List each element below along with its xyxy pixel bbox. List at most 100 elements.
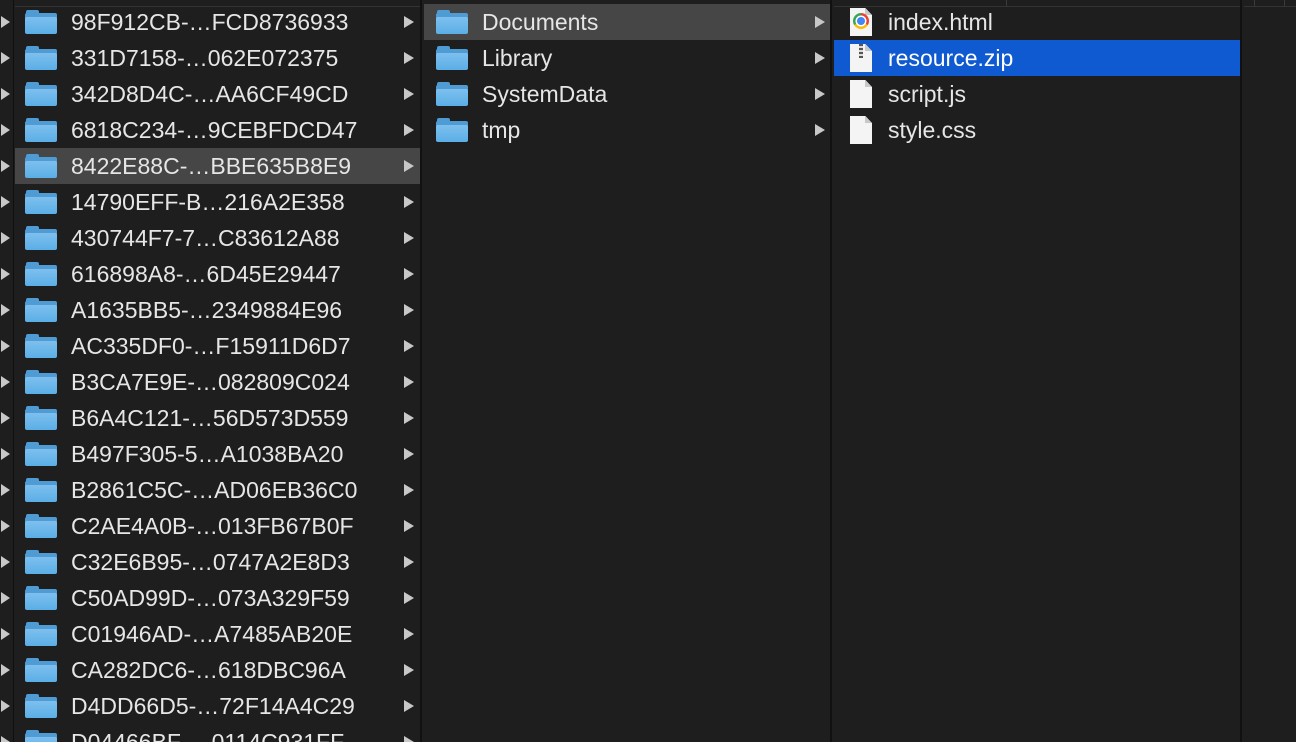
chevron-right-icon[interactable] (1, 664, 10, 676)
column-top-tick (1006, 0, 1007, 7)
container-folder-item[interactable]: 331D7158-…062E072375 (15, 40, 420, 76)
chevron-right-icon[interactable] (1, 628, 10, 640)
file-item[interactable]: index.html (834, 4, 1240, 40)
chevron-right-icon[interactable] (1, 52, 10, 64)
chevron-right-icon[interactable] (404, 448, 414, 460)
chevron-right-icon[interactable] (404, 628, 414, 640)
chevron-right-icon[interactable] (1, 412, 10, 424)
chevron-right-icon[interactable] (404, 52, 414, 64)
chevron-right-icon[interactable] (404, 556, 414, 568)
chevron-right-icon[interactable] (815, 16, 825, 28)
column-container-contents[interactable]: Documents Library SystemData tmp (424, 0, 832, 742)
container-folder-item[interactable]: 616898A8-…6D45E29447 (15, 256, 420, 292)
chevron-right-icon[interactable] (404, 196, 414, 208)
folder-icon-front (25, 737, 57, 742)
chevron-right-icon[interactable] (404, 232, 414, 244)
file-item[interactable]: script.js (834, 76, 1240, 112)
chevron-right-icon[interactable] (1, 160, 10, 172)
column-parent-stub[interactable] (0, 0, 14, 742)
chevron-right-icon[interactable] (1, 700, 10, 712)
chevron-right-icon[interactable] (404, 484, 414, 496)
chevron-right-icon[interactable] (404, 700, 414, 712)
column-app-containers[interactable]: 98F912CB-…FCD8736933 331D7158-…062E072375… (15, 0, 422, 742)
folder-icon-front (25, 701, 57, 718)
column-documents-contents[interactable]: index.html resource.zip script.js style.css (834, 0, 1242, 742)
chevron-right-icon[interactable] (1, 196, 10, 208)
container-folder-item-label: 342D8D4C-…AA6CF49CD (71, 80, 349, 107)
folder-item[interactable]: Documents (424, 4, 830, 40)
container-folder-item[interactable]: C50AD99D-…073A329F59 (15, 580, 420, 616)
chevron-right-icon[interactable] (815, 52, 825, 64)
zip-file-icon (850, 44, 872, 72)
folder-icon-front (25, 341, 57, 358)
chevron-right-icon[interactable] (1, 124, 10, 136)
chevron-right-icon[interactable] (404, 520, 414, 532)
folder-icon (25, 46, 57, 70)
container-folder-item[interactable]: D4DD66D5-…72F14A4C29 (15, 688, 420, 724)
folder-icon-front (25, 89, 57, 106)
folder-icon-front (25, 413, 57, 430)
chevron-right-icon[interactable] (1, 88, 10, 100)
folder-icon-front (25, 557, 57, 574)
folder-icon (25, 658, 57, 682)
container-folder-item[interactable]: C2AE4A0B-…013FB67B0F (15, 508, 420, 544)
chevron-right-icon[interactable] (1, 232, 10, 244)
chevron-right-icon[interactable] (404, 160, 414, 172)
container-folder-item-label: C32E6B95-…0747A2E8D3 (71, 548, 350, 575)
folder-icon (25, 406, 57, 430)
folder-item[interactable]: SystemData (424, 76, 830, 112)
chevron-right-icon[interactable] (404, 304, 414, 316)
container-folder-item[interactable]: B497F305-5…A1038BA20 (15, 436, 420, 472)
chevron-right-icon[interactable] (404, 664, 414, 676)
chevron-right-icon[interactable] (1, 376, 10, 388)
container-folder-item-label: D04466BF-…0114C931FF (71, 728, 345, 742)
chevron-right-icon[interactable] (1, 268, 10, 280)
container-folder-item[interactable]: B2861C5C-…AD06EB36C0 (15, 472, 420, 508)
folder-icon-front (25, 485, 57, 502)
chevron-right-icon[interactable] (815, 124, 825, 136)
file-item[interactable]: style.css (834, 112, 1240, 148)
folder-item[interactable]: tmp (424, 112, 830, 148)
folder-icon (436, 46, 468, 70)
folder-icon-front (25, 449, 57, 466)
chevron-right-icon[interactable] (1, 556, 10, 568)
container-folder-item[interactable]: C32E6B95-…0747A2E8D3 (15, 544, 420, 580)
container-folder-item[interactable]: 342D8D4C-…AA6CF49CD (15, 76, 420, 112)
folder-icon-front (25, 233, 57, 250)
chevron-right-icon[interactable] (404, 592, 414, 604)
container-folder-item[interactable]: 430744F7-7…C83612A88 (15, 220, 420, 256)
chevron-right-icon[interactable] (815, 88, 825, 100)
container-folder-item[interactable]: 98F912CB-…FCD8736933 (15, 4, 420, 40)
folder-icon-front (25, 377, 57, 394)
file-item[interactable]: resource.zip (834, 40, 1240, 76)
container-folder-item[interactable]: B3CA7E9E-…082809C024 (15, 364, 420, 400)
chevron-right-icon[interactable] (1, 484, 10, 496)
chevron-right-icon[interactable] (404, 412, 414, 424)
chevron-right-icon[interactable] (404, 340, 414, 352)
container-folder-item[interactable]: C01946AD-…A7485AB20E (15, 616, 420, 652)
column-preview-empty[interactable] (1244, 0, 1296, 742)
folder-item[interactable]: Library (424, 40, 830, 76)
container-folder-item[interactable]: AC335DF0-…F15911D6D7 (15, 328, 420, 364)
chevron-right-icon[interactable] (404, 736, 414, 742)
chevron-right-icon[interactable] (404, 268, 414, 280)
chevron-right-icon[interactable] (1, 16, 10, 28)
chevron-right-icon[interactable] (1, 736, 10, 742)
container-folder-item[interactable]: 8422E88C-…BBE635B8E9 (15, 148, 420, 184)
chevron-right-icon[interactable] (1, 304, 10, 316)
chevron-right-icon[interactable] (404, 376, 414, 388)
chevron-right-icon[interactable] (1, 448, 10, 460)
chevron-right-icon[interactable] (404, 124, 414, 136)
container-folder-item[interactable]: D04466BF-…0114C931FF (15, 724, 420, 742)
folder-icon (25, 154, 57, 178)
chevron-right-icon[interactable] (1, 592, 10, 604)
chevron-right-icon[interactable] (404, 88, 414, 100)
container-folder-item[interactable]: 6818C234-…9CEBFDCD47 (15, 112, 420, 148)
chevron-right-icon[interactable] (1, 520, 10, 532)
container-folder-item[interactable]: A1635BB5-…2349884E96 (15, 292, 420, 328)
container-folder-item[interactable]: 14790EFF-B…216A2E358 (15, 184, 420, 220)
container-folder-item[interactable]: B6A4C121-…56D573D559 (15, 400, 420, 436)
chevron-right-icon[interactable] (1, 340, 10, 352)
container-folder-item[interactable]: CA282DC6-…618DBC96A (15, 652, 420, 688)
chevron-right-icon[interactable] (404, 16, 414, 28)
